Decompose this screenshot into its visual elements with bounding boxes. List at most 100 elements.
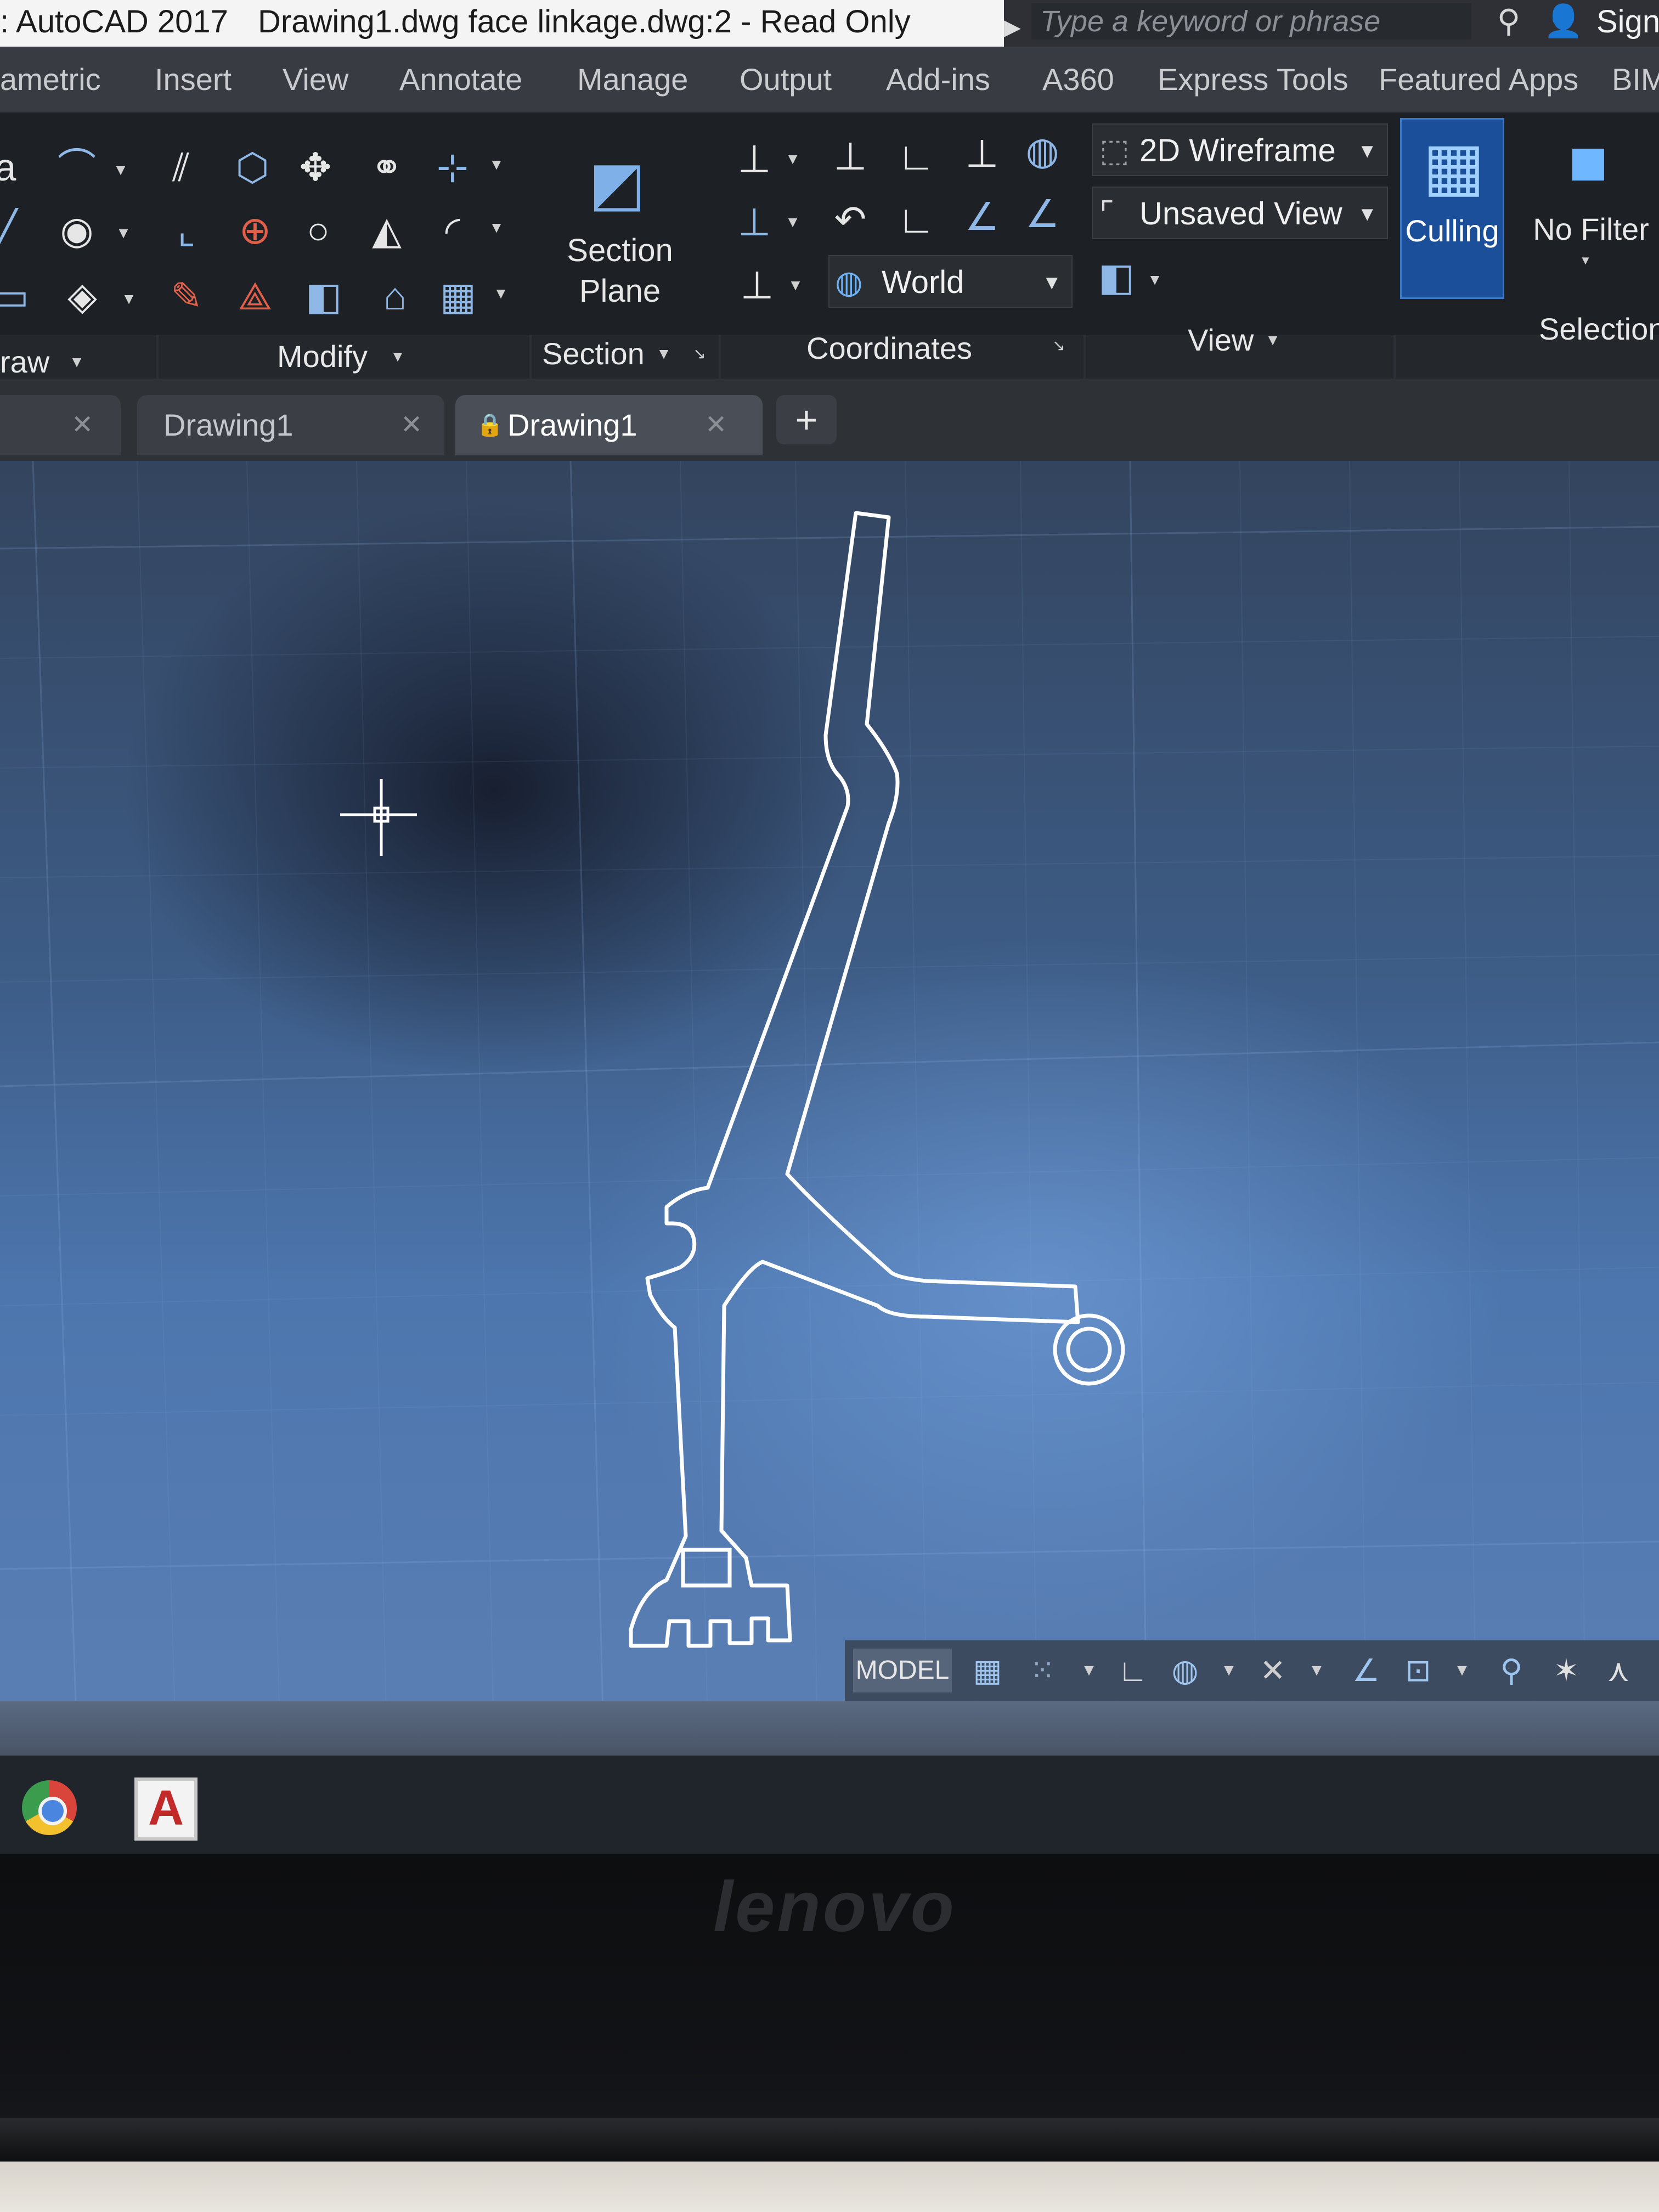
culling-button[interactable]: ▦ Culling bbox=[1400, 118, 1504, 299]
view-panel-expand-icon[interactable]: ▼ bbox=[1262, 329, 1284, 351]
file-tab-drawing1[interactable]: Drawing1 ✕ bbox=[137, 395, 444, 455]
ucs-dropdown-icon[interactable]: ▼ bbox=[782, 148, 804, 170]
circle-dropdown-icon[interactable]: ▼ bbox=[112, 222, 134, 244]
ortho-icon[interactable]: ∟ bbox=[1111, 1649, 1155, 1692]
viewport-dropdown-icon[interactable]: ▼ bbox=[1144, 269, 1166, 291]
close-icon[interactable]: ✕ bbox=[705, 395, 727, 455]
coordinates-dialog-launcher-icon[interactable]: ↘ bbox=[1048, 335, 1070, 357]
modify-panel-expand-icon[interactable]: ▼ bbox=[387, 346, 409, 368]
rectangle-icon[interactable]: ▭ bbox=[0, 269, 38, 324]
no-filter-label[interactable]: No Filter bbox=[1525, 211, 1657, 247]
trim-icon[interactable]: ⊹ bbox=[425, 140, 480, 195]
polar-icon[interactable]: ◍ bbox=[1163, 1649, 1207, 1692]
ucs-settings-dropdown-icon[interactable]: ▼ bbox=[785, 274, 806, 296]
isodraft-dropdown-icon[interactable]: ▼ bbox=[1295, 1649, 1339, 1692]
panel-section-label[interactable]: Section bbox=[542, 332, 645, 376]
tab-view[interactable]: View bbox=[283, 58, 348, 101]
arc-dropdown-icon[interactable]: ▼ bbox=[110, 159, 132, 181]
viewport-config-icon[interactable]: ◧ bbox=[1089, 250, 1144, 304]
section-plane-icon[interactable]: ◩ bbox=[576, 143, 658, 225]
ucs-object-icon[interactable]: ∟ bbox=[889, 129, 944, 184]
hatch-icon[interactable]: ◈ bbox=[55, 269, 110, 324]
ucs-origin-icon[interactable]: ∟ bbox=[889, 192, 944, 247]
rotate-icon[interactable]: ○ bbox=[291, 203, 346, 258]
snap-dropdown-icon[interactable]: ▼ bbox=[1067, 1649, 1111, 1692]
section-dialog-launcher-icon[interactable]: ↘ bbox=[689, 343, 710, 365]
stretch-icon[interactable]: ⌞ bbox=[159, 203, 214, 258]
draw-text-icon[interactable]: a bbox=[0, 140, 33, 195]
no-filter-icon[interactable]: ■ bbox=[1547, 121, 1629, 203]
binoculars-icon[interactable]: ⚲ bbox=[1487, 2, 1531, 41]
close-icon[interactable]: ✕ bbox=[71, 395, 93, 455]
annotation-scale-icon[interactable]: ⋏ bbox=[1596, 1649, 1640, 1692]
tab-output[interactable]: Output bbox=[740, 58, 832, 101]
tab-add-ins[interactable]: Add-ins bbox=[886, 58, 990, 101]
ucs-previous-icon[interactable]: ↶ bbox=[823, 192, 878, 247]
panel-draw-label[interactable]: raw bbox=[0, 340, 49, 384]
named-view-dropdown[interactable]: ⌜ Unsaved View ▼ bbox=[1092, 187, 1388, 239]
tab-parametric[interactable]: ametric bbox=[0, 58, 101, 101]
circle-icon[interactable]: ◉ bbox=[49, 203, 104, 258]
grid-icon[interactable]: ▦ bbox=[966, 1649, 1009, 1692]
autocad-taskbar-icon[interactable]: A bbox=[134, 1778, 198, 1841]
tab-manage[interactable]: Manage bbox=[577, 58, 688, 101]
ucs-named-icon[interactable]: ⊥ bbox=[955, 126, 1009, 181]
ucs-world-icon[interactable]: ◍ bbox=[1015, 123, 1070, 178]
ucs-view-icon[interactable]: ⊥ bbox=[823, 129, 878, 184]
object-snap-icon[interactable]: ⊡ bbox=[1396, 1649, 1440, 1692]
search-input[interactable] bbox=[1031, 3, 1471, 40]
section-plane-button[interactable]: Section Plane bbox=[549, 230, 691, 312]
mirror-icon[interactable]: ◭ bbox=[359, 203, 414, 258]
tab-annotate[interactable]: Annotate bbox=[399, 58, 522, 101]
line-icon[interactable]: ╱ bbox=[0, 203, 33, 258]
tab-a360[interactable]: A360 bbox=[1042, 58, 1114, 101]
draw-panel-expand-icon[interactable]: ▼ bbox=[66, 351, 88, 373]
search-expand-icon[interactable]: ▶ bbox=[1004, 11, 1026, 44]
3d-align-icon[interactable]: ⟁ bbox=[228, 269, 283, 324]
ucs-zaxis-icon[interactable]: ∠ bbox=[955, 189, 1009, 244]
panel-view-label[interactable]: View bbox=[1188, 318, 1254, 362]
tab-express-tools[interactable]: Express Tools bbox=[1158, 58, 1348, 101]
annotation-visibility-icon[interactable]: ⚲ bbox=[1489, 1649, 1533, 1692]
new-tab-button[interactable]: + bbox=[776, 395, 837, 444]
move-icon[interactable]: ✥ bbox=[288, 140, 343, 195]
ucs-x-icon[interactable]: ⊥ bbox=[727, 195, 782, 250]
copy-icon[interactable]: ⚭ bbox=[359, 140, 414, 195]
auto-scale-icon[interactable]: ✶ bbox=[1544, 1649, 1588, 1692]
tab-featured-apps[interactable]: Featured Apps bbox=[1379, 58, 1578, 101]
3d-rotate-icon[interactable]: ⬡ bbox=[225, 140, 280, 195]
erase-icon[interactable]: ✎ bbox=[159, 269, 214, 324]
hatch-dropdown-icon[interactable]: ▼ bbox=[118, 288, 140, 310]
3d-orbit-icon[interactable]: ⊕ bbox=[228, 203, 283, 258]
no-filter-dropdown-icon[interactable]: ▼ bbox=[1575, 250, 1596, 272]
tab-insert[interactable]: Insert bbox=[155, 58, 232, 101]
arc-icon[interactable]: ⌒ bbox=[49, 140, 104, 195]
fillet-dropdown-icon[interactable]: ▼ bbox=[486, 217, 507, 239]
tab-bim[interactable]: BIM bbox=[1612, 58, 1659, 101]
snap-icon[interactable]: ⁙ bbox=[1020, 1649, 1064, 1692]
close-icon[interactable]: ✕ bbox=[400, 395, 422, 455]
offset-icon[interactable]: ⫽ bbox=[154, 140, 208, 195]
ucs-x-dropdown-icon[interactable]: ▼ bbox=[782, 211, 804, 233]
file-tab-drawing1-active[interactable]: 🔒 Drawing1 ✕ bbox=[455, 395, 763, 455]
trim-dropdown-icon[interactable]: ▼ bbox=[486, 154, 507, 176]
join-icon[interactable]: ⌂ bbox=[368, 269, 422, 324]
file-tab[interactable]: ✕ bbox=[0, 395, 121, 455]
scale-icon[interactable]: ◧ bbox=[296, 269, 351, 324]
ucs-3point-icon[interactable]: ∠ bbox=[1015, 187, 1070, 241]
visual-style-dropdown[interactable]: ⬚ 2D Wireframe ▼ bbox=[1092, 123, 1388, 176]
array-dropdown-icon[interactable]: ▼ bbox=[490, 283, 512, 304]
isodraft-icon[interactable]: ✕ bbox=[1251, 1649, 1295, 1692]
section-panel-expand-icon[interactable]: ▼ bbox=[653, 343, 675, 365]
sign-in-link[interactable]: Sign bbox=[1596, 0, 1659, 44]
polar-dropdown-icon[interactable]: ▼ bbox=[1207, 1649, 1251, 1692]
model-space-button[interactable]: MODEL bbox=[853, 1649, 952, 1692]
ucs-icon[interactable]: ⊥ bbox=[727, 132, 782, 187]
ucs-world-dropdown[interactable]: ◍ World ▼ bbox=[828, 255, 1073, 308]
object-snap-tracking-icon[interactable]: ∠ bbox=[1344, 1649, 1388, 1692]
object-snap-dropdown-icon[interactable]: ▼ bbox=[1440, 1649, 1484, 1692]
user-icon[interactable]: 👤 bbox=[1542, 2, 1585, 41]
face-linkage-drawing[interactable] bbox=[0, 461, 1659, 1734]
array-icon[interactable]: ▦ bbox=[431, 269, 486, 324]
fillet-icon[interactable]: ◜ bbox=[425, 203, 480, 258]
